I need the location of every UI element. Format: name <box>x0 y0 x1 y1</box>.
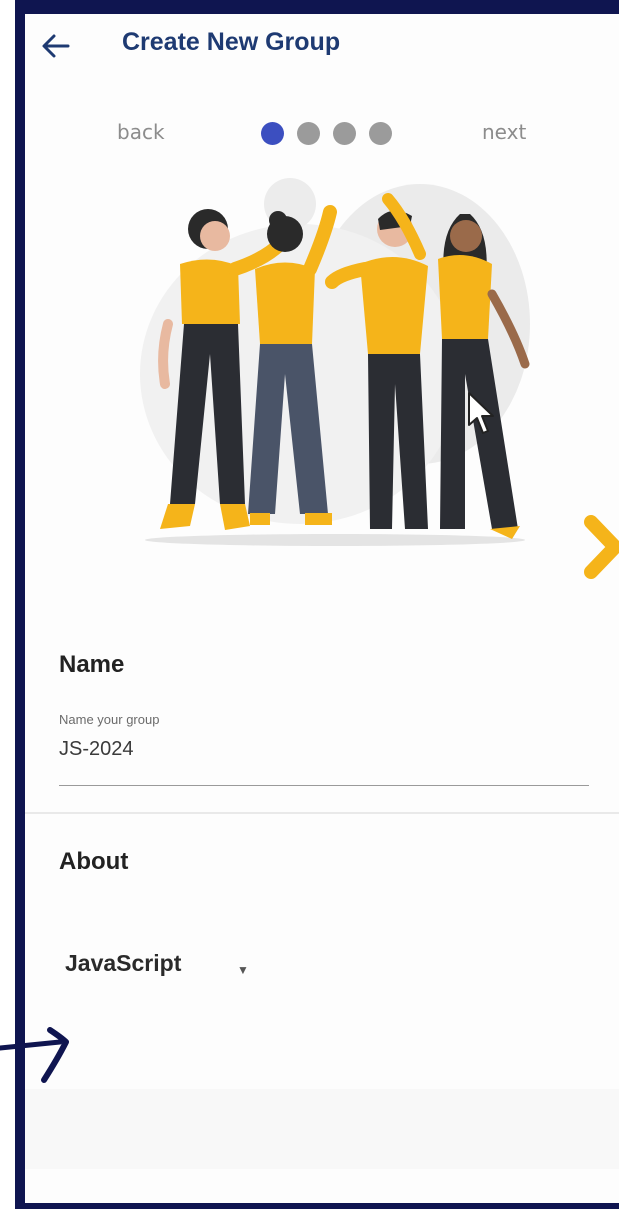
chevron-right-icon <box>583 512 619 582</box>
step-dot <box>369 122 392 145</box>
section-divider <box>25 812 619 814</box>
frame-top-border <box>15 0 619 14</box>
app-bar: Create New Group <box>25 14 619 76</box>
step-pager: back next <box>25 112 619 152</box>
team-illustration <box>120 174 550 574</box>
mouse-cursor-icon <box>466 391 496 439</box>
caret-down-icon: ▼ <box>237 963 249 977</box>
topic-select[interactable]: JavaScript ▼ <box>65 950 249 986</box>
pager-next-button[interactable]: next <box>482 120 526 144</box>
bottom-area <box>25 1089 619 1169</box>
name-section-title: Name <box>59 651 125 678</box>
group-name-label: Name your group <box>59 712 160 727</box>
app-screen: Create New Group back next Name Name you… <box>25 14 619 1203</box>
step-dot-active <box>261 122 284 145</box>
step-dot <box>297 122 320 145</box>
group-name-underline <box>59 785 589 786</box>
hand-drawn-arrow-icon <box>0 1020 80 1090</box>
arrow-left-icon[interactable] <box>37 26 77 66</box>
pager-back-button[interactable]: back <box>117 120 165 144</box>
step-dot <box>333 122 356 145</box>
page-title: Create New Group <box>122 28 341 56</box>
about-section-title: About <box>59 848 129 875</box>
frame-bottom-border <box>15 1203 619 1209</box>
topic-select-value: JavaScript <box>65 950 182 976</box>
group-name-input[interactable]: JS-2024 <box>59 738 589 768</box>
